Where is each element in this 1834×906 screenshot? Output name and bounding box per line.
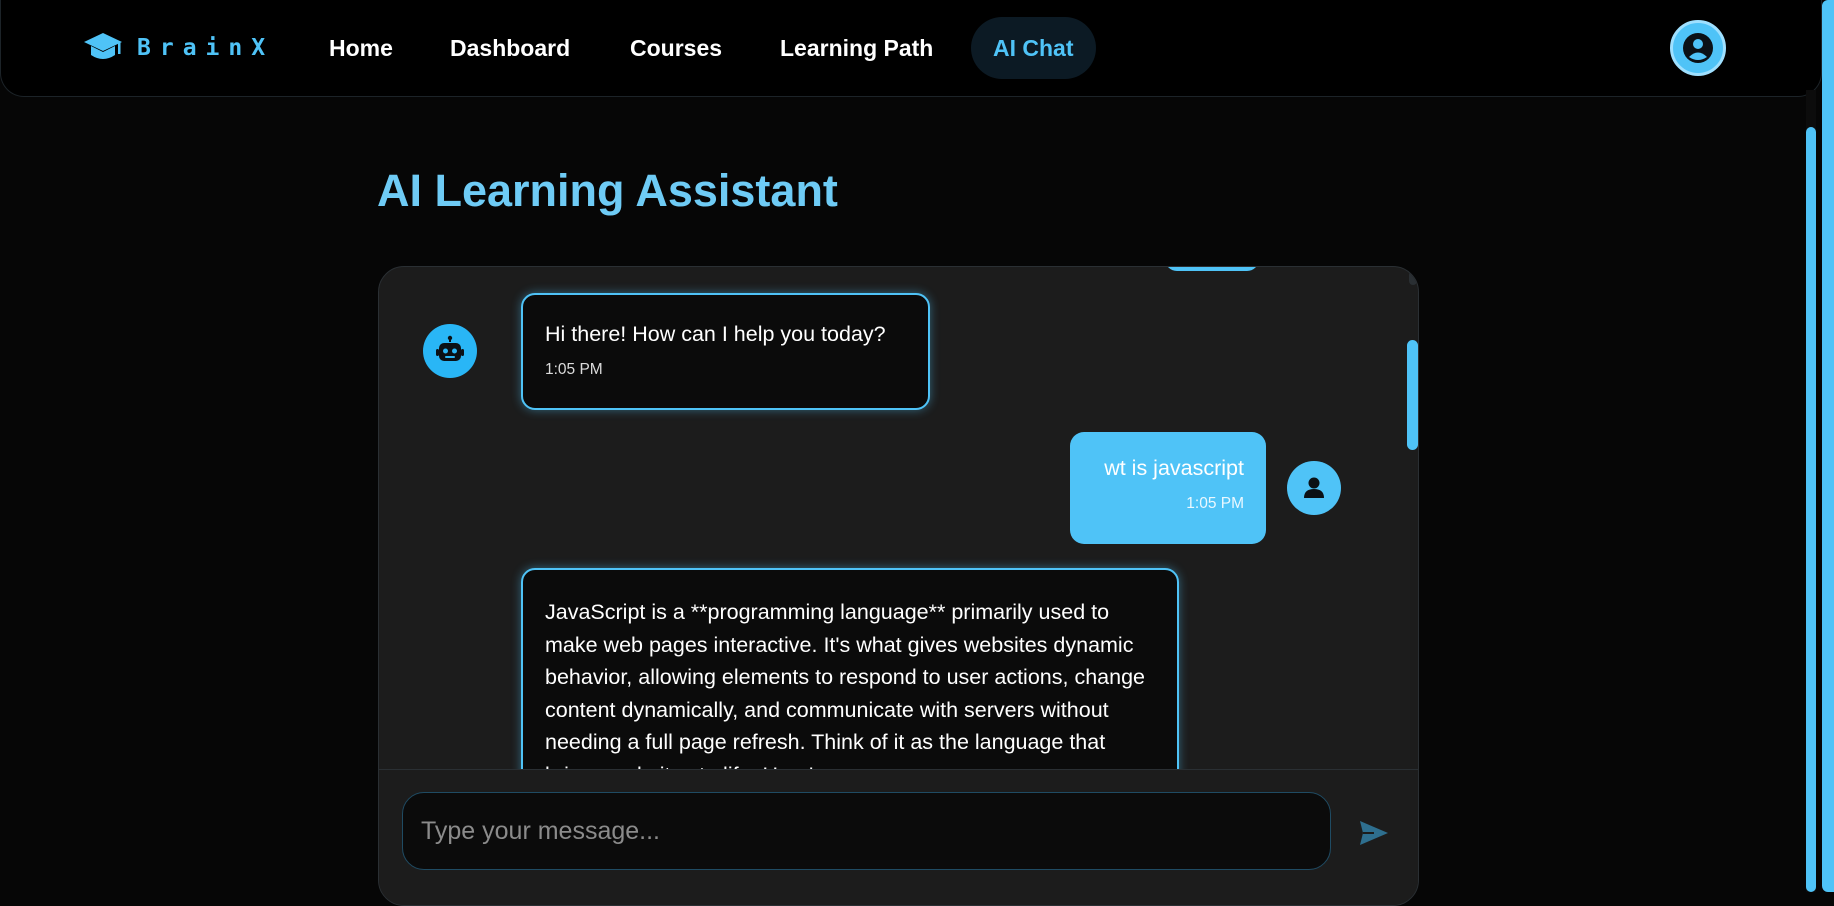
window-edge-accent — [1822, 0, 1834, 892]
message-timestamp: 1:05 PM — [545, 361, 603, 378]
chat-panel: Hi there! How can I help you today? 1:05… — [378, 266, 1419, 906]
bot-avatar — [423, 324, 477, 378]
robot-icon — [436, 335, 464, 361]
bot-message: JavaScript is a **programming language**… — [521, 568, 1179, 769]
message-input[interactable] — [402, 792, 1331, 870]
graduation-cap-icon — [84, 33, 122, 59]
page-title: AI Learning Assistant — [377, 165, 838, 216]
page-scrollbar-thumb[interactable] — [1806, 127, 1816, 892]
message-text: Hi there! How can I help you today? — [545, 322, 886, 346]
top-navbar: BrainX Home Dashboard Courses Learning P… — [0, 0, 1822, 97]
send-button[interactable] — [1354, 815, 1394, 851]
nav-courses[interactable]: Courses — [608, 17, 744, 79]
nav-ai-chat[interactable]: AI Chat — [971, 17, 1096, 79]
chat-scrollbar-arrow[interactable] — [1409, 271, 1417, 285]
message-text: wt is javascript — [1104, 456, 1244, 480]
user-avatar — [1287, 461, 1341, 515]
profile-button[interactable] — [1670, 20, 1726, 76]
user-message: wt is javascript 1:05 PM — [1070, 432, 1266, 544]
message-text: JavaScript is a **programming language**… — [545, 600, 1145, 769]
brand-logo[interactable]: BrainX — [83, 28, 274, 68]
chat-scrollbar-thumb[interactable] — [1407, 340, 1418, 450]
bot-message: Hi there! How can I help you today? 1:05… — [521, 293, 930, 410]
message-composer — [379, 769, 1418, 905]
nav-dashboard[interactable]: Dashboard — [428, 17, 592, 79]
nav-home[interactable]: Home — [307, 17, 415, 79]
nav-learning-path[interactable]: Learning Path — [758, 17, 955, 79]
brand-name: BrainX — [137, 35, 275, 61]
user-circle-icon — [1683, 33, 1713, 63]
user-icon — [1304, 477, 1324, 498]
message-list[interactable]: Hi there! How can I help you today? 1:05… — [379, 267, 1418, 769]
message-timestamp: 1:05 PM — [1186, 495, 1244, 512]
previous-message-fragment — [1165, 267, 1259, 271]
send-icon — [1360, 821, 1388, 845]
